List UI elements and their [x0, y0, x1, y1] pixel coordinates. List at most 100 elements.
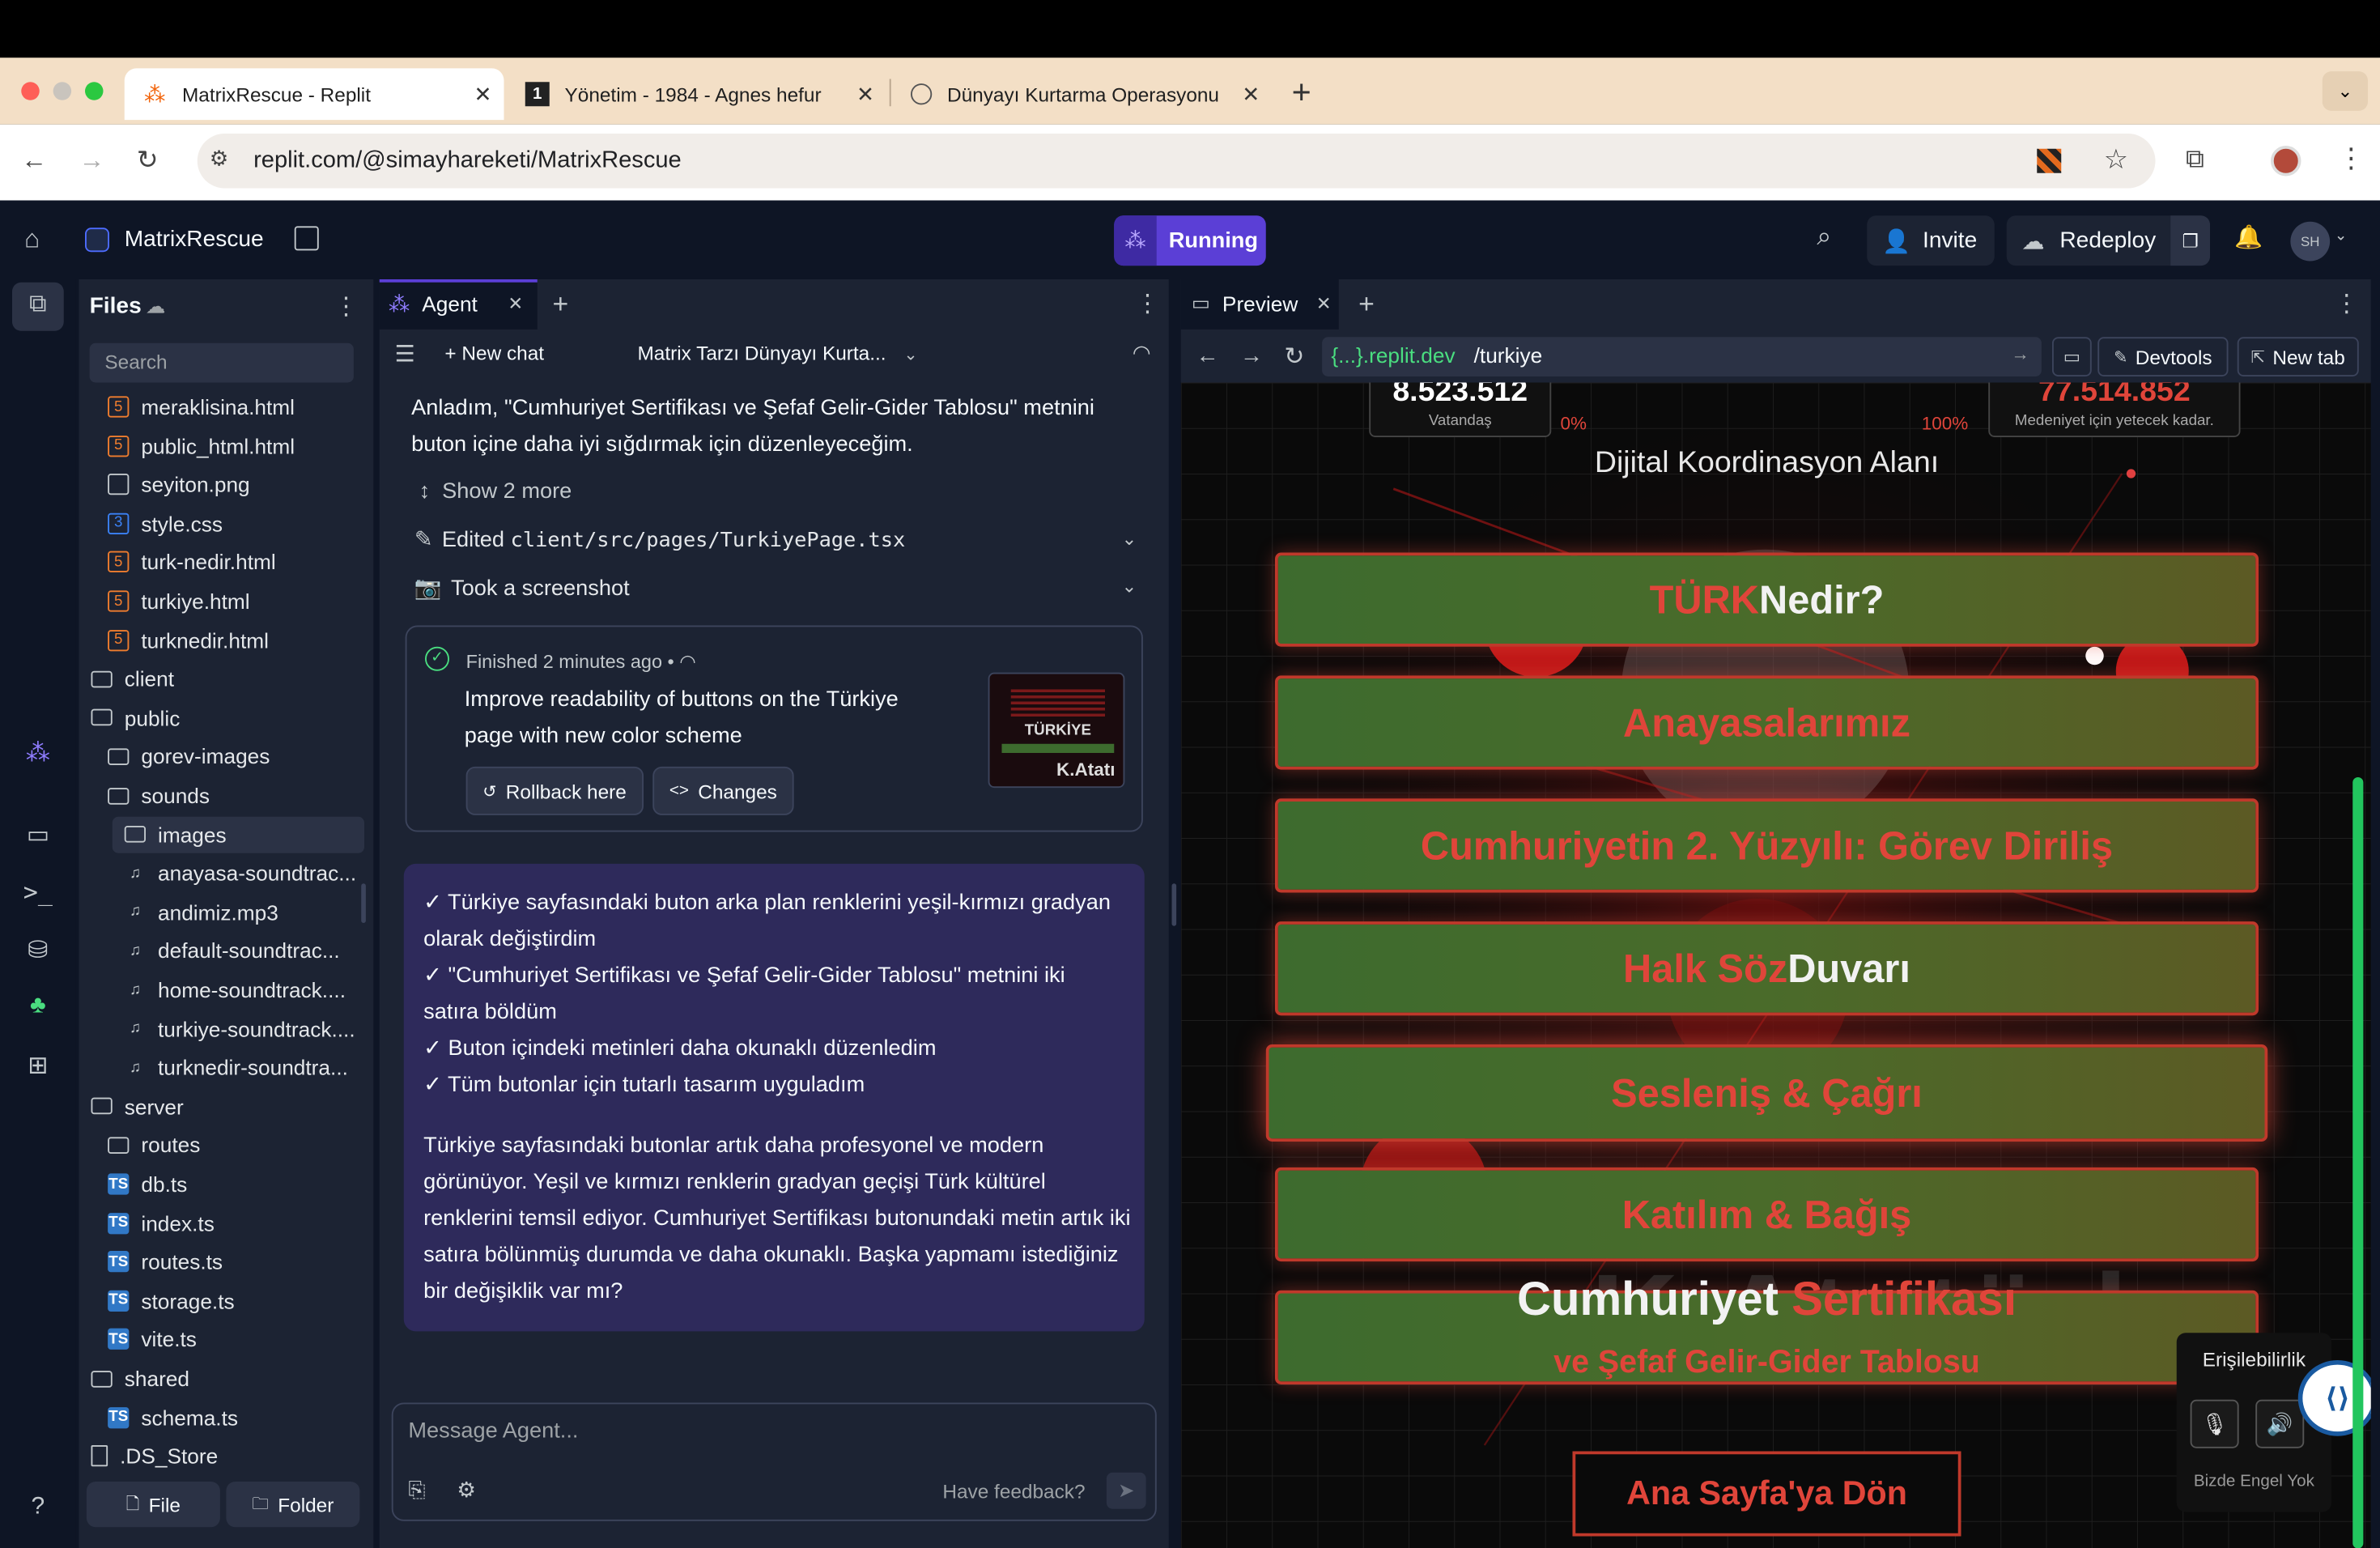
- panel-menu-icon[interactable]: ⋮: [2335, 288, 2359, 319]
- changes-button[interactable]: <> Changes: [652, 766, 794, 815]
- file-row[interactable]: ♫ anayasa-soundtrac...: [79, 855, 374, 891]
- maximize-window-icon[interactable]: [85, 82, 104, 100]
- back-arrow-icon[interactable]: ←: [1196, 343, 1219, 369]
- folder-row[interactable]: images: [112, 815, 364, 853]
- screenshot-thumbnail[interactable]: TÜRKİYE K.Atatı: [988, 672, 1125, 789]
- message-input[interactable]: Message Agent...: [408, 1419, 578, 1444]
- attach-icon[interactable]: ⎘: [408, 1477, 425, 1503]
- rollback-button[interactable]: ↺ Rollback here: [465, 766, 644, 815]
- folder-row[interactable]: public: [79, 700, 374, 736]
- all-tools-grid-icon[interactable]: ⊞: [23, 1051, 53, 1082]
- anayasalarimiz-button[interactable]: Anayasalarımız: [1275, 675, 2259, 770]
- run-status-button[interactable]: ⁂ Running: [1114, 215, 1266, 266]
- file-row[interactable]: TS storage.ts: [79, 1282, 374, 1319]
- invite-button[interactable]: 👤 Invite: [1867, 215, 1995, 266]
- device-preview-icon[interactable]: ▭: [2052, 337, 2092, 376]
- files-search-input[interactable]: Search: [89, 342, 354, 383]
- url-text[interactable]: replit.com/@simayhareketi/MatrixRescue: [253, 147, 682, 175]
- close-tab-icon[interactable]: ✕: [1242, 81, 1260, 107]
- project-name[interactable]: MatrixRescue: [125, 226, 264, 252]
- gauge-icon[interactable]: ◠: [1133, 340, 1151, 366]
- close-tab-icon[interactable]: ✕: [856, 81, 874, 107]
- file-row[interactable]: seyiton.png: [79, 466, 374, 503]
- halk-soz-duvari-button[interactable]: Halk Söz Duvarı: [1275, 921, 2259, 1016]
- send-icon[interactable]: ➤: [1106, 1472, 1146, 1509]
- notification-bell-icon[interactable]: 🔔: [2234, 223, 2263, 251]
- preview-tool-icon[interactable]: ▭: [23, 820, 53, 851]
- panel-resize-handle[interactable]: [1171, 883, 1177, 926]
- site-settings-icon[interactable]: ⚙: [210, 146, 229, 172]
- folder-row[interactable]: server: [79, 1088, 374, 1125]
- folder-row[interactable]: client: [79, 661, 374, 697]
- user-avatar[interactable]: SH: [2290, 221, 2331, 262]
- new-folder-button[interactable]: 🗀 Folder: [226, 1482, 360, 1528]
- cumhuriyet-sertifikasi-button[interactable]: Cumhuriyet Sertifikası ve Şefaf Gelir-Gi…: [1275, 1272, 2259, 1384]
- file-row[interactable]: TS index.ts: [79, 1205, 374, 1241]
- file-tree-scrollbar[interactable]: [361, 883, 366, 923]
- reload-icon[interactable]: ↻: [137, 146, 159, 176]
- extension-pixel-icon[interactable]: [2037, 148, 2062, 173]
- new-file-button[interactable]: 🗋 File: [86, 1482, 220, 1528]
- go-arrow-icon[interactable]: →: [2011, 343, 2029, 364]
- seslenis-cagri-button[interactable]: Sesleniş & Çağrı: [1265, 1044, 2268, 1142]
- new-tab-button[interactable]: ⇱ New tab: [2237, 337, 2359, 376]
- tab-agent-content[interactable]: ⁂ Agent ✕: [389, 279, 523, 328]
- file-row[interactable]: 5 turk-nedir.html: [79, 544, 374, 580]
- preview-scrollbar[interactable]: [2352, 777, 2364, 1548]
- shell-tool-icon[interactable]: >_: [23, 878, 53, 908]
- file-row[interactable]: 5 public_html.html: [79, 427, 374, 464]
- profile-avatar[interactable]: [2271, 146, 2301, 176]
- bookmark-star-icon[interactable]: ☆: [2104, 144, 2128, 176]
- deploy-window-icon[interactable]: ❐: [2170, 215, 2210, 266]
- new-chat-button[interactable]: + New chat: [444, 342, 544, 364]
- file-row[interactable]: ♫ home-soundtrack....: [79, 972, 374, 1008]
- show-more-button[interactable]: ↕ Show 2 more: [419, 480, 572, 504]
- file-row[interactable]: ♫ andimiz.mp3: [79, 894, 374, 930]
- preview-path[interactable]: /turkiye: [1474, 343, 1543, 368]
- close-tab-icon[interactable]: ✕: [1316, 293, 1332, 314]
- file-row[interactable]: TS vite.ts: [79, 1321, 374, 1358]
- file-row[interactable]: 5 turkiye.html: [79, 583, 374, 619]
- close-tab-icon[interactable]: ✕: [474, 81, 491, 107]
- help-icon[interactable]: ?: [23, 1494, 53, 1525]
- close-window-icon[interactable]: [21, 82, 40, 100]
- close-tab-icon[interactable]: ✕: [508, 293, 523, 314]
- gorev-dirilis-button[interactable]: Cumhuriyetin 2. Yüzyılı: Görev Diriliş: [1275, 798, 2259, 893]
- feedback-link[interactable]: Have feedback?: [942, 1480, 1085, 1503]
- minimize-window-icon[interactable]: [53, 82, 72, 100]
- screenshot-row[interactable]: 📷 Took a screenshot ⌄: [414, 576, 1137, 602]
- home-icon[interactable]: ⌂: [24, 225, 40, 256]
- panel-menu-icon[interactable]: ⋮: [1136, 288, 1160, 319]
- chat-history-icon[interactable]: ☰: [395, 340, 415, 368]
- file-row[interactable]: .DS_Store: [79, 1438, 374, 1474]
- file-row[interactable]: TS db.ts: [79, 1166, 374, 1202]
- turk-nedir-button[interactable]: TÜRK Nedir?: [1275, 552, 2259, 647]
- microphone-icon[interactable]: 🎙: [2190, 1399, 2239, 1448]
- edited-file-row[interactable]: ✎ Edited client/src/pages/TurkiyePage.tsx…: [414, 529, 1137, 553]
- file-row[interactable]: 3 style.css: [79, 505, 374, 542]
- extensions-puzzle-icon[interactable]: ⧉: [2186, 144, 2204, 175]
- file-row[interactable]: TS schema.ts: [79, 1399, 374, 1435]
- file-row[interactable]: ♫ default-soundtrac...: [79, 933, 374, 969]
- search-icon[interactable]: ⌕: [1817, 222, 1831, 253]
- avatar-chevron-icon[interactable]: ⌄: [2335, 228, 2348, 245]
- reload-icon[interactable]: ↻: [1284, 342, 1304, 372]
- preview-url-bar[interactable]: {...}.replit.dev /turkiye →: [1322, 337, 2042, 376]
- forward-arrow-icon[interactable]: →: [1240, 343, 1263, 369]
- tab-preview-content[interactable]: ▭ Preview ✕: [1192, 279, 1332, 328]
- home-button[interactable]: Ana Sayfa'ya Dön: [1572, 1451, 1961, 1537]
- chevron-down-icon[interactable]: ⌄: [1122, 576, 1137, 597]
- back-arrow-icon[interactable]: ←: [21, 146, 47, 176]
- folder-row[interactable]: routes: [79, 1127, 374, 1163]
- browser-tab-replit[interactable]: ⁂ MatrixRescue - Replit ✕: [124, 68, 504, 121]
- speaker-icon[interactable]: 🔊: [2255, 1399, 2305, 1448]
- deployments-tool-icon[interactable]: ♣: [23, 993, 53, 1023]
- devtools-button[interactable]: ✎ Devtools: [2097, 337, 2229, 376]
- file-row[interactable]: 5 meraklisina.html: [79, 389, 374, 425]
- file-row[interactable]: ♫ turknedir-soundtra...: [79, 1049, 374, 1086]
- settings-icon[interactable]: ⚙: [457, 1477, 476, 1503]
- folder-row[interactable]: sounds: [79, 777, 374, 814]
- file-row[interactable]: TS routes.ts: [79, 1244, 374, 1280]
- message-composer[interactable]: Message Agent... ⎘ ⚙ Have feedback? ➤: [391, 1402, 1157, 1521]
- add-tab-icon[interactable]: +: [1358, 288, 1375, 320]
